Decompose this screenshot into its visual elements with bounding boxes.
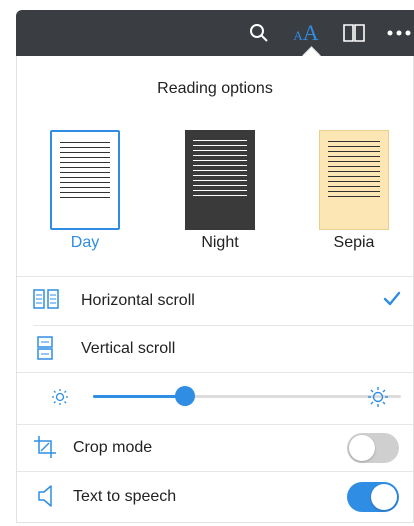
text-line — [328, 161, 380, 162]
text-line — [328, 181, 380, 182]
text-line — [328, 171, 380, 172]
text-line — [60, 157, 110, 158]
horizontal-scroll-label: Horizontal scroll — [81, 292, 195, 309]
text-line — [60, 192, 110, 193]
theme-sepia-label[interactable]: Sepia — [304, 234, 404, 252]
crop-mode-toggle[interactable] — [347, 433, 399, 463]
divider — [17, 372, 413, 373]
vertical-scroll-row[interactable]: Vertical scroll — [17, 326, 413, 372]
checkmark-icon — [383, 291, 401, 312]
text-line — [193, 165, 247, 166]
text-line — [328, 186, 380, 187]
text-line — [328, 166, 380, 167]
search-icon[interactable] — [244, 10, 274, 56]
theme-sepia-swatch[interactable] — [319, 130, 389, 230]
brightness-low-icon — [51, 388, 69, 411]
text-line — [193, 140, 247, 141]
text-line — [60, 182, 110, 183]
more-icon[interactable] — [384, 10, 414, 56]
text-line — [60, 197, 110, 198]
text-line — [193, 180, 247, 181]
toggle-knob — [349, 435, 375, 461]
horizontal-scroll-row[interactable]: Horizontal scroll — [17, 277, 413, 325]
brightness-slider[interactable] — [93, 386, 401, 406]
crop-mode-row: Crop mode — [17, 425, 413, 471]
text-line — [60, 187, 110, 188]
toggle-knob — [371, 484, 397, 510]
theme-night-swatch[interactable] — [185, 130, 255, 230]
text-line — [328, 156, 380, 157]
text-line — [60, 142, 110, 143]
panel-title: Reading options — [157, 80, 273, 97]
reader-toolbar: AA — [16, 10, 414, 56]
theme-night-label[interactable]: Night — [170, 234, 270, 252]
text-line — [328, 146, 380, 147]
crop-mode-label: Crop mode — [73, 439, 153, 456]
brightness-slider-thumb[interactable] — [175, 386, 195, 406]
text-line — [193, 150, 247, 151]
reading-options-panel: Reading options Day Night Sepia Horizont… — [16, 46, 414, 523]
text-line — [60, 152, 110, 153]
text-line — [193, 175, 247, 176]
brightness-slider-fill — [93, 395, 185, 398]
text-line — [193, 190, 247, 191]
text-line — [60, 162, 110, 163]
text-line — [328, 196, 380, 197]
theme-day-label[interactable]: Day — [35, 234, 135, 252]
text-line — [328, 141, 380, 142]
text-line — [193, 170, 247, 171]
theme-day-swatch[interactable] — [50, 130, 120, 230]
text-to-speech-toggle[interactable] — [347, 482, 399, 512]
text-line — [60, 177, 110, 178]
text-line — [193, 195, 247, 196]
text-line — [328, 191, 380, 192]
font-size-icon[interactable]: AA — [288, 10, 324, 56]
crop-icon — [33, 435, 57, 464]
text-line — [193, 145, 247, 146]
horizontal-scroll-icon — [33, 289, 59, 314]
text-line — [60, 172, 110, 173]
vertical-scroll-label: Vertical scroll — [81, 340, 176, 357]
text-line — [328, 151, 380, 152]
text-to-speech-label: Text to speech — [73, 488, 177, 505]
book-icon[interactable] — [338, 10, 370, 56]
vertical-scroll-icon — [37, 336, 53, 365]
text-line — [60, 147, 110, 148]
text-to-speech-row: Text to speech — [17, 472, 413, 520]
speaker-icon — [37, 485, 57, 512]
text-line — [328, 176, 380, 177]
text-line — [193, 185, 247, 186]
text-line — [193, 155, 247, 156]
text-line — [60, 167, 110, 168]
text-line — [193, 160, 247, 161]
brightness-high-icon — [367, 386, 389, 413]
